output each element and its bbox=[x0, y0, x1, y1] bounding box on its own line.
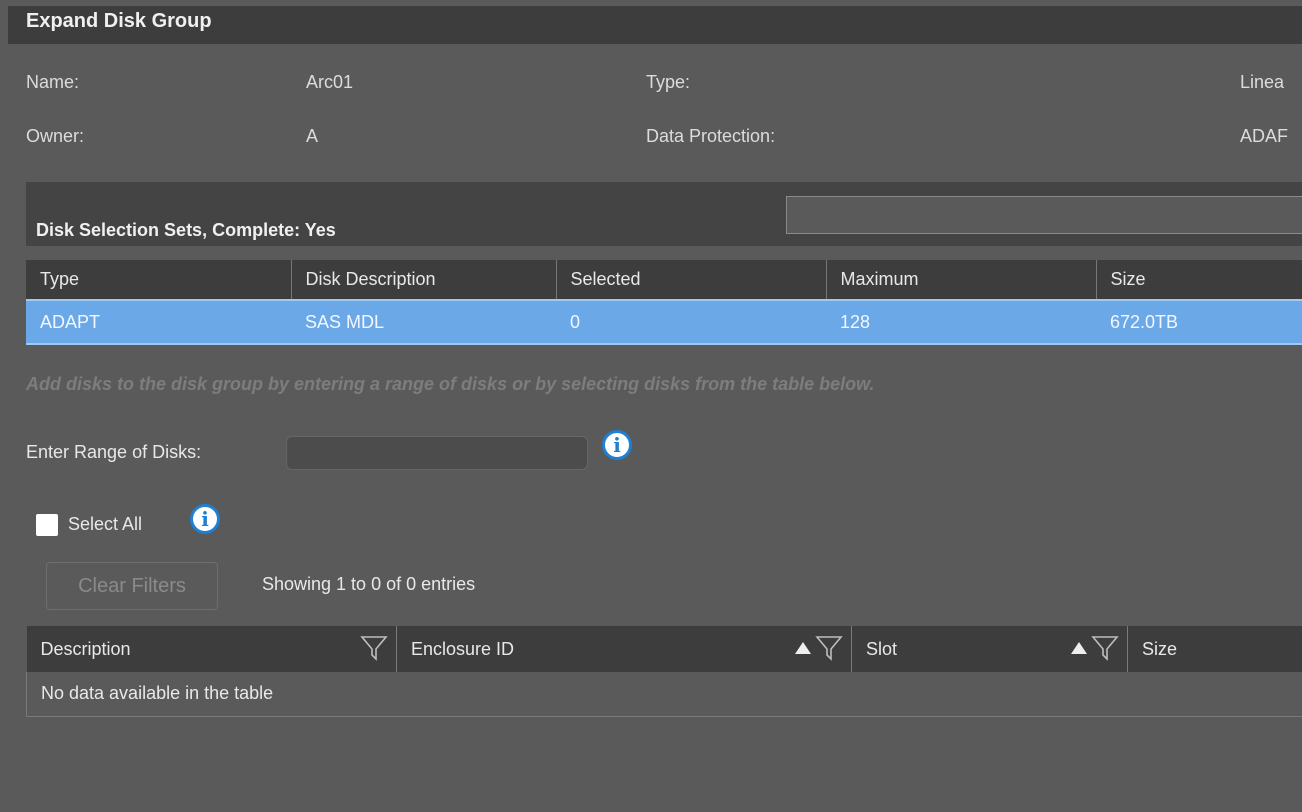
filter-icon[interactable] bbox=[1091, 635, 1119, 661]
column-header-enclosure-id[interactable]: Enclosure ID bbox=[396, 626, 852, 672]
column-header-maximum[interactable]: Maximum bbox=[826, 260, 1097, 300]
column-header-description[interactable]: Description bbox=[26, 626, 397, 672]
column-header-slot[interactable]: Slot bbox=[851, 626, 1128, 672]
disk-sets-table: Type Disk Description Selected Maximum S… bbox=[26, 260, 1302, 345]
select-all-label[interactable]: Select All bbox=[68, 514, 142, 535]
column-header-enclosure-id-label: Enclosure ID bbox=[411, 638, 515, 659]
owner-label: Owner: bbox=[26, 126, 85, 146]
type-value: Linea bbox=[1240, 72, 1285, 92]
info-icon[interactable]: i bbox=[602, 430, 632, 460]
select-all-checkbox[interactable] bbox=[36, 514, 58, 536]
dialog-title: Expand Disk Group bbox=[8, 6, 1302, 44]
entries-count: Showing 1 to 0 of 0 entries bbox=[262, 574, 476, 594]
range-label: Enter Range of Disks: bbox=[26, 442, 202, 462]
empty-table-message: No data available in the table bbox=[26, 672, 1302, 717]
filter-icon[interactable] bbox=[360, 635, 388, 661]
column-header-size[interactable]: Size bbox=[1096, 260, 1302, 300]
column-header-disk-description[interactable]: Disk Description bbox=[291, 260, 557, 300]
column-header-size-label: Size bbox=[1142, 638, 1178, 659]
info-icon[interactable]: i bbox=[190, 504, 220, 534]
cell-selected: 0 bbox=[556, 299, 826, 345]
cell-type: ADAPT bbox=[26, 299, 291, 345]
table-row[interactable]: ADAPT SAS MDL 0 128 672.0TB bbox=[26, 299, 1302, 345]
disks-header-row: Description Enclosure ID Slot Size bbox=[26, 626, 1302, 672]
sort-up-icon[interactable] bbox=[795, 642, 811, 654]
column-header-type[interactable]: Type bbox=[26, 260, 292, 300]
disks-table: Description Enclosure ID Slot Size No da… bbox=[26, 626, 1302, 717]
owner-value: A bbox=[306, 126, 319, 146]
table-row: No data available in the table bbox=[26, 672, 1302, 717]
name-label: Name: bbox=[26, 72, 80, 92]
disk-sets-search-input[interactable] bbox=[786, 196, 1302, 234]
instruction-text: Add disks to the disk group by entering … bbox=[26, 374, 875, 394]
disk-sets-header-row: Type Disk Description Selected Maximum S… bbox=[26, 260, 1302, 300]
filter-icon[interactable] bbox=[815, 635, 843, 661]
name-value: Arc01 bbox=[306, 72, 354, 92]
column-header-size[interactable]: Size bbox=[1127, 626, 1302, 672]
protection-label: Data Protection: bbox=[646, 126, 776, 146]
column-header-description-label: Description bbox=[40, 638, 131, 659]
column-header-slot-label: Slot bbox=[866, 638, 898, 659]
cell-disk-description: SAS MDL bbox=[291, 299, 556, 345]
cell-maximum: 128 bbox=[826, 299, 1096, 345]
protection-value: ADAF bbox=[1240, 126, 1289, 146]
type-label: Type: bbox=[646, 72, 691, 92]
clear-filters-button[interactable]: Clear Filters bbox=[46, 562, 218, 610]
range-input[interactable] bbox=[286, 436, 588, 470]
column-header-selected[interactable]: Selected bbox=[556, 260, 827, 300]
cell-size: 672.0TB bbox=[1096, 299, 1302, 345]
disk-sets-title: Disk Selection Sets, Complete: Yes bbox=[36, 220, 336, 240]
sort-up-icon[interactable] bbox=[1071, 642, 1087, 654]
disk-sets-header: Disk Selection Sets, Complete: Yes bbox=[26, 182, 1302, 246]
